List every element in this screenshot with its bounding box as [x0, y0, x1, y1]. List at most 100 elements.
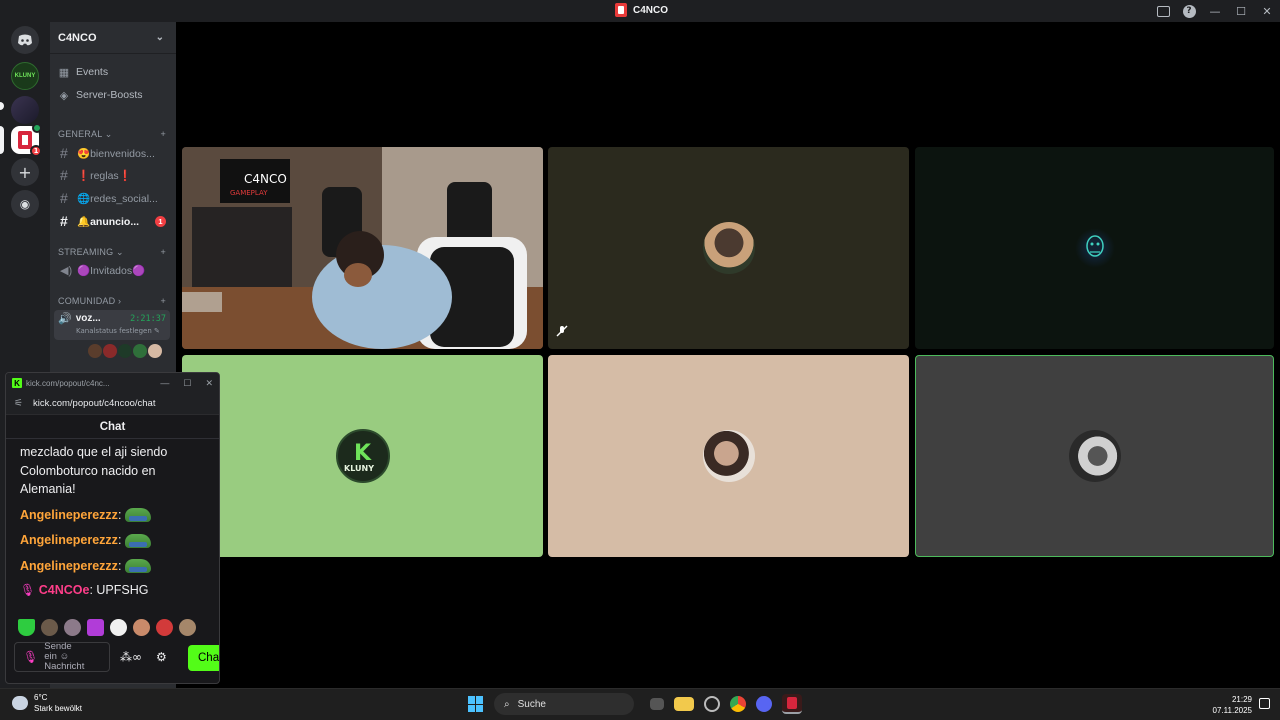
svg-text:K: K [354, 441, 372, 466]
help-icon[interactable]: ? [1176, 0, 1202, 22]
taskbar-search[interactable]: ⌕ Suche [494, 693, 634, 715]
site-settings-icon[interactable]: ⚟ [14, 398, 23, 409]
discord-home-icon[interactable] [11, 26, 39, 54]
emote-icon[interactable] [18, 619, 35, 636]
server-mention-badge: 1 [30, 145, 42, 157]
emote-icon[interactable] [156, 619, 173, 636]
video-tile-kluny[interactable]: K KLUNY [182, 355, 543, 557]
video-tile-user-3[interactable] [915, 147, 1274, 349]
kick-logo-icon: K [12, 378, 22, 388]
close-button[interactable]: ✕ [1254, 0, 1280, 22]
add-channel-icon[interactable]: + [161, 129, 166, 139]
video-tile-camera[interactable]: C4NCO GAMEPLAY [182, 147, 543, 349]
hash-icon: # [60, 190, 68, 206]
participant-avatar[interactable] [133, 344, 147, 358]
add-server-icon[interactable]: + [11, 158, 39, 186]
category-streaming[interactable]: STREAMING ⌄ + [58, 245, 166, 259]
popout-tab-title: kick.com/popout/c4nc... [26, 378, 110, 388]
video-tile-user-5[interactable] [548, 355, 909, 557]
user-avatar [1074, 228, 1115, 268]
voice-channel-name: voz... [75, 313, 101, 324]
weather-widget[interactable]: 6°C Stark bewölkt [12, 692, 82, 714]
voice-timer: 2:21:37 [130, 313, 166, 324]
windows-taskbar: 6°C Stark bewölkt ⌕ Suche 21:29 07.11.20… [0, 688, 1280, 720]
chat-username[interactable]: C4NCOe [39, 583, 90, 597]
emote-icon[interactable] [179, 619, 196, 636]
chat-message: Angelineperezzz: [20, 531, 213, 550]
windows-start-icon[interactable] [468, 696, 484, 712]
server-avatar-icon[interactable] [11, 96, 39, 124]
chat-username[interactable]: Angelineperezzz [20, 508, 118, 522]
video-tile-user-2[interactable] [548, 147, 909, 349]
popout-minimize-button[interactable]: — [160, 378, 169, 389]
category-general[interactable]: GENERAL ⌄ + [58, 127, 166, 141]
c4nco-app-icon[interactable] [782, 694, 802, 714]
search-icon: ⌕ [504, 698, 510, 710]
video-tile-user-6-speaking[interactable] [915, 355, 1274, 557]
chat-message: Angelineperezzz: [20, 557, 213, 576]
app-icon [615, 3, 627, 17]
frog-emote-icon [125, 533, 152, 548]
clock-app-icon[interactable] [704, 696, 720, 712]
participant-avatar[interactable] [148, 344, 162, 358]
emote-icon[interactable] [64, 619, 81, 636]
active-voice-channel[interactable]: 🔊 voz... 2:21:37 Kanalstatus festlegen ✎ [54, 310, 170, 340]
chat-message: 🎙 C4NCOe: UPFSHG [20, 583, 149, 597]
explore-icon[interactable]: ◉ [11, 190, 39, 218]
speaker-icon: 🔊 [58, 313, 72, 325]
channel-anuncios[interactable]: # 🔔anuncio... 1 [56, 211, 170, 231]
channel-reglas[interactable]: # ❗reglas❗ [56, 165, 170, 185]
popout-titlebar: K kick.com/popout/c4nc... — ☐ ✕ [6, 373, 219, 393]
server-unread-pill [0, 102, 4, 110]
channel-bienvenidos[interactable]: # 😍bienvenidos... [56, 143, 170, 163]
nav-server-boosts[interactable]: ◈ Server-Boosts [58, 85, 170, 105]
popout-maximize-button[interactable]: ☐ [183, 378, 191, 389]
mention-badge: 1 [155, 215, 166, 227]
file-explorer-icon[interactable] [674, 697, 694, 711]
emote-icon[interactable] [87, 619, 104, 636]
emote-icon[interactable] [110, 619, 127, 636]
emote-icon[interactable] [41, 619, 58, 636]
discord-taskbar-icon[interactable] [756, 696, 772, 712]
add-channel-icon[interactable]: + [161, 296, 166, 306]
camera-feed-image: C4NCO GAMEPLAY [182, 147, 543, 349]
server-kluny-icon[interactable]: KLUNY [11, 62, 39, 90]
channel-invitados[interactable]: ◀) 🟣Invitados🟣 [56, 260, 170, 280]
taskbar-clock[interactable]: 21:29 07.11.2025 [1213, 694, 1252, 716]
hash-icon: # [60, 213, 68, 229]
weather-temp: 6°C [34, 693, 48, 702]
chat-message: mezclado que el aji siendo Colomboturco … [20, 445, 168, 496]
add-channel-icon[interactable]: + [161, 247, 166, 257]
gear-icon[interactable]: ⚙ [156, 650, 167, 664]
participant-avatar[interactable] [118, 344, 132, 358]
chat-username[interactable]: Angelineperezzz [20, 533, 118, 547]
chrome-icon[interactable] [730, 696, 746, 712]
send-chat-button[interactable]: Chat [188, 645, 219, 671]
inbox-icon[interactable] [1150, 0, 1176, 22]
channel-redes-sociales[interactable]: # 🌐redes_social... [56, 188, 170, 208]
muted-icon [556, 325, 570, 339]
maximize-button[interactable]: ☐ [1228, 0, 1254, 22]
broadcaster-badge-icon: 🎙 [20, 583, 36, 597]
participant-avatar[interactable] [103, 344, 117, 358]
chat-messages: mezclado que el aji siendo Colomboturco … [20, 443, 213, 600]
chat-message-input[interactable]: 🎙 Sende ein ☺ Nachricht [14, 642, 110, 672]
popout-address-bar[interactable]: ⚟ kick.com/popout/c4ncoo/chat [6, 393, 219, 415]
popout-url: kick.com/popout/c4ncoo/chat [32, 398, 156, 409]
category-comunidad[interactable]: COMUNIDAD › + [58, 294, 166, 308]
popout-close-button[interactable]: ✕ [205, 378, 213, 389]
minimize-button[interactable]: — [1202, 0, 1228, 22]
channel-status[interactable]: Kanalstatus festlegen ✎ [76, 327, 166, 335]
chat-username[interactable]: Angelineperezzz [20, 559, 118, 573]
server-c4nco-icon[interactable]: 1 [11, 123, 42, 157]
nav-events[interactable]: ▦ Events [58, 62, 170, 82]
task-view-icon[interactable] [650, 698, 664, 710]
calendar-icon: ▦ [58, 66, 70, 79]
svg-text:GAMEPLAY: GAMEPLAY [230, 189, 268, 197]
broadcaster-badge-icon: 🎙 [23, 650, 39, 664]
emote-menu-icon[interactable]: ⁂∞ [120, 650, 142, 664]
guild-header[interactable]: C4NCO ⌄ [50, 22, 176, 54]
participant-avatar[interactable] [88, 344, 102, 358]
notification-icon[interactable] [1259, 698, 1270, 709]
emote-icon[interactable] [133, 619, 150, 636]
